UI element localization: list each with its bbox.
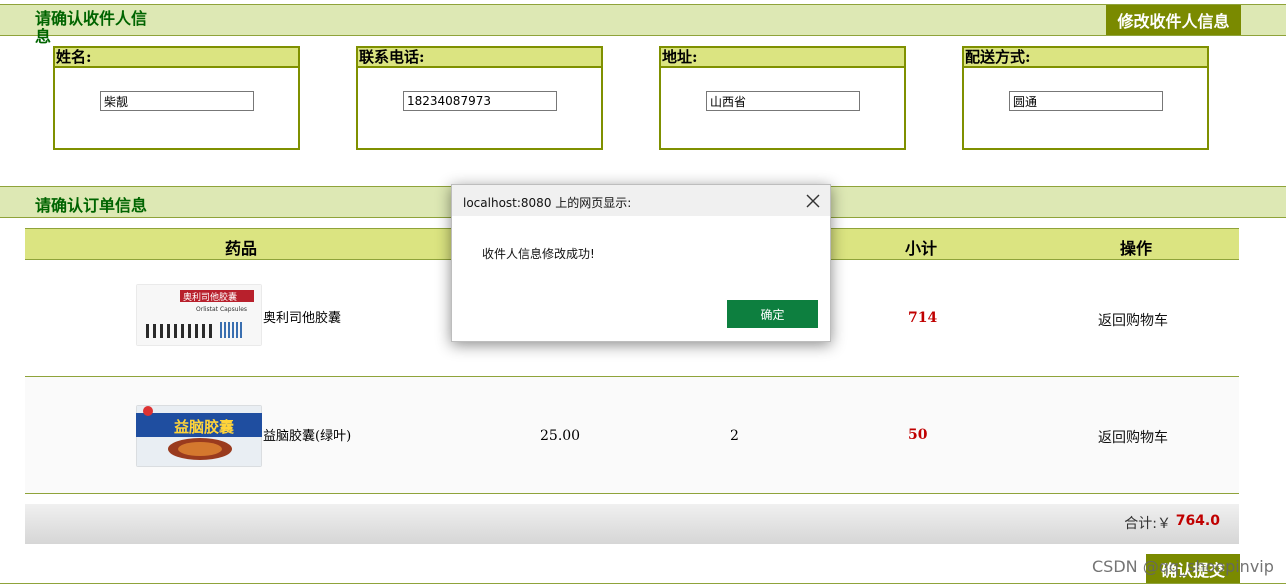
svg-text:奥利司他胶囊: 奥利司他胶囊 — [183, 291, 237, 303]
back-to-cart-link[interactable]: 返回购物车 — [1098, 427, 1168, 447]
dialog-title-bar: localhost:8080 上的网页显示: — [452, 185, 830, 216]
delivery-input[interactable] — [1009, 91, 1163, 111]
name-field-box: 姓名: — [53, 46, 300, 150]
order-section-title: 请确认订单信息 — [35, 196, 148, 215]
column-header-subtotal: 小计 — [905, 239, 938, 258]
yinao-capsules-box-icon: 益脑胶囊 — [136, 405, 262, 467]
recipient-section-title: 请确认收件人信息 — [35, 9, 148, 46]
bottom-divider — [0, 583, 1286, 584]
recipient-section-bar — [0, 4, 1286, 36]
address-input[interactable] — [706, 91, 860, 111]
close-icon[interactable] — [804, 192, 822, 210]
row-price: 25.00 — [540, 428, 581, 444]
alert-dialog: localhost:8080 上的网页显示: 收件人信息修改成功! 确定 — [451, 184, 831, 342]
name-label: 姓名: — [55, 48, 298, 68]
svg-text:Orlistat Capsules: Orlistat Capsules — [196, 306, 247, 313]
dialog-title: localhost:8080 上的网页显示: — [463, 196, 632, 210]
row-subtotal: 714 — [908, 310, 938, 326]
address-label: 地址: — [661, 48, 904, 68]
dialog-message: 收件人信息修改成功! — [482, 247, 595, 261]
phone-label: 联系电话: — [358, 48, 601, 68]
product-name: 益脑胶囊(绿叶) — [263, 429, 352, 444]
total-label: 合计:￥ — [1124, 516, 1171, 532]
row-subtotal: 50 — [908, 427, 928, 443]
phone-field-box: 联系电话: — [356, 46, 603, 150]
back-to-cart-link[interactable]: 返回购物车 — [1098, 310, 1168, 330]
csdn-watermark: CSDN @qq_shoopinvip — [1092, 557, 1274, 576]
column-header-action: 操作 — [1120, 239, 1153, 258]
orlistat-capsules-box-icon: 奥利司他胶囊 Orlistat Capsules — [136, 284, 262, 346]
phone-input[interactable] — [403, 91, 557, 111]
delivery-label: 配送方式: — [964, 48, 1207, 68]
column-header-drug: 药品 — [225, 239, 258, 258]
product-name: 奥利司他胶囊 — [263, 311, 342, 326]
total-value: 764.0 — [1175, 513, 1220, 529]
address-field-box: 地址: — [659, 46, 906, 150]
ok-button[interactable]: 确定 — [727, 300, 818, 328]
name-input[interactable] — [100, 91, 254, 111]
svg-text:益脑胶囊: 益脑胶囊 — [174, 418, 235, 436]
table-row: 益脑胶囊 益脑胶囊(绿叶) 25.00 2 50 返回购物车 — [25, 377, 1239, 494]
delivery-field-box: 配送方式: — [962, 46, 1209, 150]
row-quantity: 2 — [730, 428, 739, 444]
order-total-bar: 合计:￥ 764.0 — [25, 504, 1239, 544]
modify-recipient-button[interactable]: 修改收件人信息 — [1106, 5, 1241, 35]
